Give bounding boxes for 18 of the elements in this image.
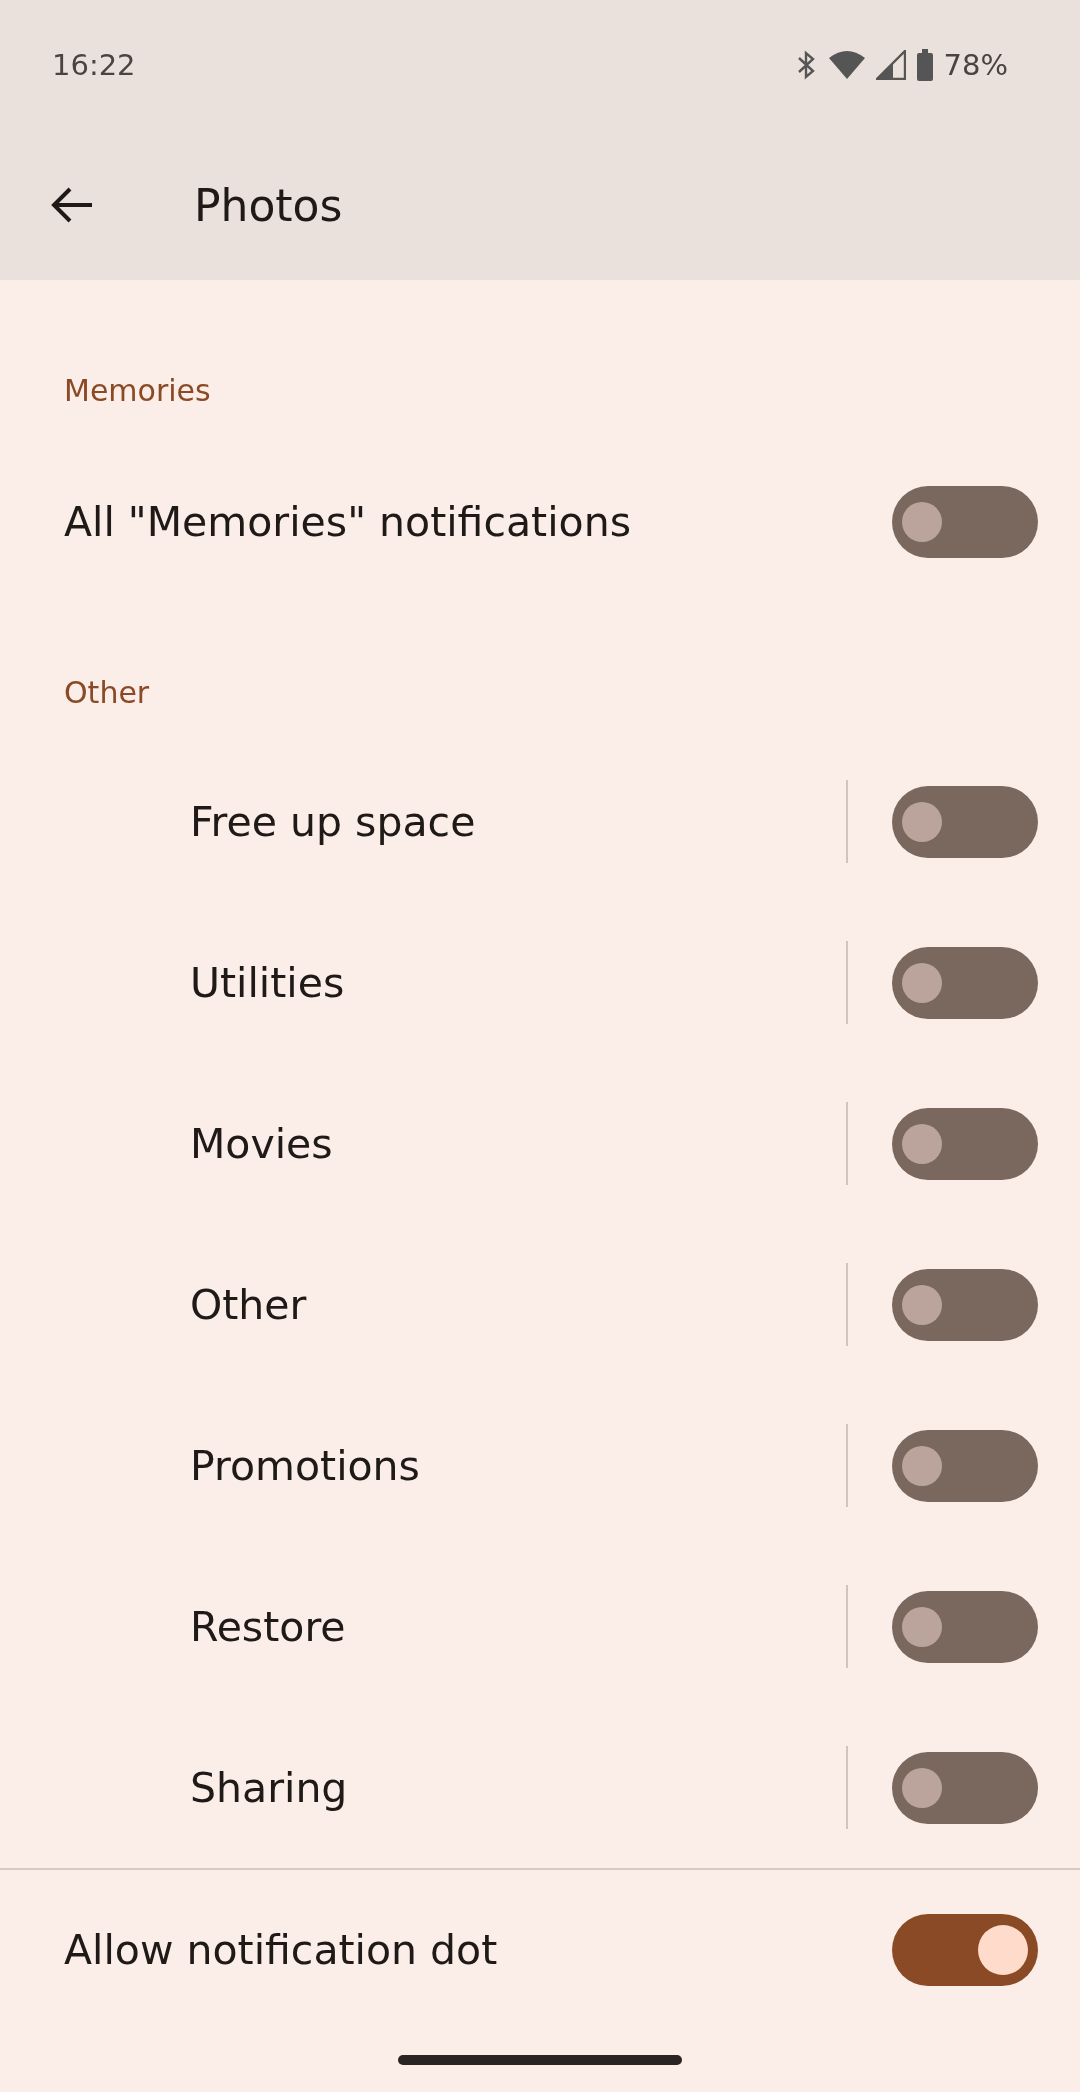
setting-label: Allow notification dot bbox=[64, 1926, 499, 1974]
battery-percentage: 78% bbox=[943, 48, 1008, 82]
setting-label: Promotions bbox=[190, 1441, 421, 1490]
back-arrow-icon bbox=[50, 185, 94, 225]
setting-label: Other bbox=[190, 1280, 308, 1329]
setting-label: Restore bbox=[190, 1602, 347, 1651]
battery-icon bbox=[915, 49, 934, 81]
status-time: 16:22 bbox=[52, 48, 136, 82]
section-header: Memories bbox=[63, 372, 212, 410]
setting-label: Movies bbox=[190, 1119, 334, 1168]
setting-label: All "Memories" notifications bbox=[64, 498, 632, 546]
page-title: Photos bbox=[194, 179, 343, 231]
section-header: Other bbox=[63, 674, 151, 712]
setting-label: Sharing bbox=[190, 1763, 349, 1812]
wifi-icon bbox=[827, 50, 866, 80]
setting-label: Utilities bbox=[190, 958, 346, 1007]
signal-icon bbox=[875, 50, 906, 80]
setting-label: Free up space bbox=[190, 797, 477, 846]
